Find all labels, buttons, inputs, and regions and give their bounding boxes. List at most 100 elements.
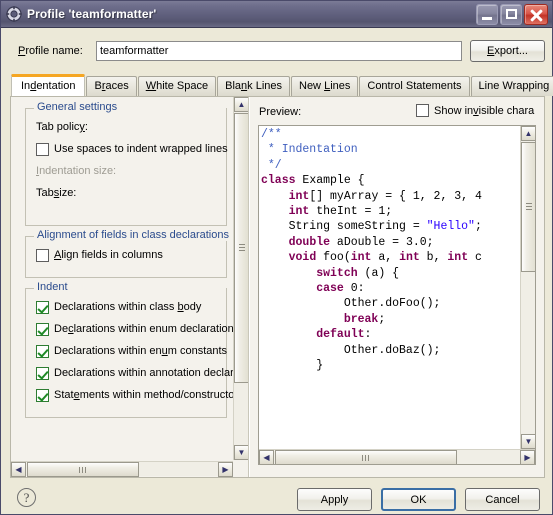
profile-name-input[interactable] [96, 41, 462, 61]
code-token: aDouble = 3.0; [330, 235, 434, 249]
code-preview-text: /** * Indentation */class Example { int[… [261, 127, 521, 449]
code-token: int [399, 251, 420, 265]
checkbox-box[interactable] [36, 344, 49, 358]
checkbox-box[interactable] [416, 104, 429, 117]
code-token: int [288, 189, 310, 203]
code-token: (a) { [357, 266, 400, 280]
title-bar: Profile 'teamformatter' [1, 1, 552, 28]
indent-class-body-label: Declarations within class body [54, 301, 202, 313]
tab-indentation[interactable]: Indentation [11, 74, 86, 96]
tab-blank-lines[interactable]: Blank Lines [217, 76, 290, 96]
tab-braces[interactable]: Braces [86, 76, 137, 96]
use-spaces-wrapped-label: Use spaces to indent wrapped lines [54, 143, 228, 155]
code-line: double aDouble = 3.0; [261, 235, 521, 250]
code-token: class [261, 174, 296, 188]
tab-policy-label: Tab polic y: [36, 121, 88, 133]
code-token: a, [371, 251, 400, 265]
code-line: default: [261, 327, 521, 342]
show-invisible-characters-label: Show invisible chara [434, 104, 535, 117]
checkbox-box[interactable] [36, 322, 49, 336]
tab-white-space[interactable]: White Space [137, 76, 217, 96]
gear-icon [6, 6, 22, 22]
maximize-button[interactable] [500, 3, 522, 25]
code-token: Other.doFoo(); [261, 297, 441, 311]
checkbox-box[interactable] [36, 388, 49, 402]
group-indent: Indent Declarations within class body De… [25, 281, 233, 418]
checkbox-box[interactable] [36, 248, 49, 262]
window-title: Profile 'teamformatter' [27, 7, 157, 21]
tab-new-lines[interactable]: New Lines [291, 76, 359, 96]
preview-horizontal-scrollbar[interactable]: ◀ ▶ [259, 449, 535, 464]
indent-enum-declaration-label: Declarations within enum declaration [54, 323, 233, 335]
group-title-indent: Indent [35, 281, 72, 293]
indent-class-body-checkbox[interactable]: Declarations within class body [36, 296, 218, 318]
scroll-thumb-grip [526, 203, 532, 211]
settings-horizontal-scrollbar[interactable]: ◀ ▶ [11, 461, 233, 477]
minimize-button[interactable] [476, 3, 498, 25]
indent-enum-constants-checkbox[interactable]: Declarations within enum constants [36, 340, 227, 362]
close-button[interactable] [524, 3, 548, 25]
group-title-general-settings: General settings [35, 101, 122, 113]
code-token: */ [261, 158, 282, 172]
preview-hscroll-thumb[interactable] [275, 450, 457, 464]
group-alignment-of-fields: Alignment of fields in class declaration… [25, 229, 233, 278]
settings-scroll-thumb[interactable] [234, 113, 248, 383]
settings-vertical-scrollbar[interactable]: ▲ ▼ [233, 97, 248, 460]
align-fields-checkbox[interactable]: Align fields in columns [36, 244, 218, 266]
preview-scroll-thumb[interactable] [521, 142, 535, 272]
code-token: "Hello" [426, 220, 475, 234]
code-line: class Example { [261, 173, 521, 188]
code-line: String someString = "Hello"; [261, 219, 521, 234]
profile-name-row: Profile name: Export... [1, 38, 552, 64]
tab-size-label: Tab s ize: [36, 187, 77, 199]
scroll-down-icon[interactable]: ▼ [521, 434, 535, 449]
scroll-left-icon[interactable]: ◀ [11, 462, 26, 477]
tab-strip: Indentation Braces White Space Blank Lin… [11, 74, 553, 96]
indent-enum-constants-label: Declarations within enum constants [54, 345, 228, 357]
scroll-thumb-grip [362, 455, 370, 461]
code-line: int theInt = 1; [261, 204, 521, 219]
indent-statements-method-label: Statements within method/constructo [54, 389, 233, 401]
code-preview-box[interactable]: /** * Indentation */class Example { int[… [258, 125, 536, 465]
code-line: void foo(int a, int b, int c [261, 250, 521, 265]
tab-control-statements[interactable]: Control Statements [359, 76, 470, 96]
indent-statements-method-checkbox[interactable]: Statements within method/constructo [36, 384, 233, 406]
cancel-button[interactable]: Cancel [465, 488, 540, 511]
tab-line-wrapping[interactable]: Line Wrapping [470, 76, 553, 96]
code-token: /** [261, 128, 282, 141]
checkbox-box[interactable] [36, 366, 49, 380]
scroll-down-icon[interactable]: ▼ [234, 445, 248, 460]
ok-button[interactable]: OK [381, 488, 456, 511]
scroll-right-icon[interactable]: ▶ [218, 462, 233, 477]
code-line: switch (a) { [261, 266, 521, 281]
scroll-thumb-grip [79, 467, 87, 473]
code-line: } [261, 358, 521, 373]
indent-enum-declaration-checkbox[interactable]: Declarations within enum declaration [36, 318, 233, 340]
show-invisible-characters-checkbox[interactable]: Show invisible chara [416, 104, 534, 117]
code-token: * Indentation [261, 143, 358, 157]
code-token: int [350, 251, 372, 265]
scroll-up-icon[interactable]: ▲ [521, 126, 535, 141]
code-line: * Indentation [261, 142, 521, 157]
settings-hscroll-thumb[interactable] [27, 462, 139, 477]
indent-annotation-declaration-checkbox[interactable]: Declarations within annotation declar [36, 362, 233, 384]
checkbox-box[interactable] [36, 142, 49, 156]
checkbox-box[interactable] [36, 300, 49, 314]
code-token: b, [419, 251, 448, 265]
scroll-up-icon[interactable]: ▲ [234, 97, 248, 112]
code-token: ; [474, 220, 482, 234]
help-icon[interactable]: ? [17, 488, 36, 507]
use-spaces-wrapped-checkbox[interactable]: Use spaces to indent wrapped lines [36, 138, 228, 160]
code-token: ; [378, 312, 386, 326]
scroll-left-icon[interactable]: ◀ [259, 450, 274, 464]
apply-button[interactable]: Apply [297, 488, 372, 511]
scroll-right-icon[interactable]: ▶ [520, 450, 535, 464]
preview-vertical-scrollbar[interactable]: ▲ ▼ [520, 126, 535, 449]
code-token: : [364, 328, 372, 342]
export-button[interactable]: Export... [470, 40, 545, 62]
